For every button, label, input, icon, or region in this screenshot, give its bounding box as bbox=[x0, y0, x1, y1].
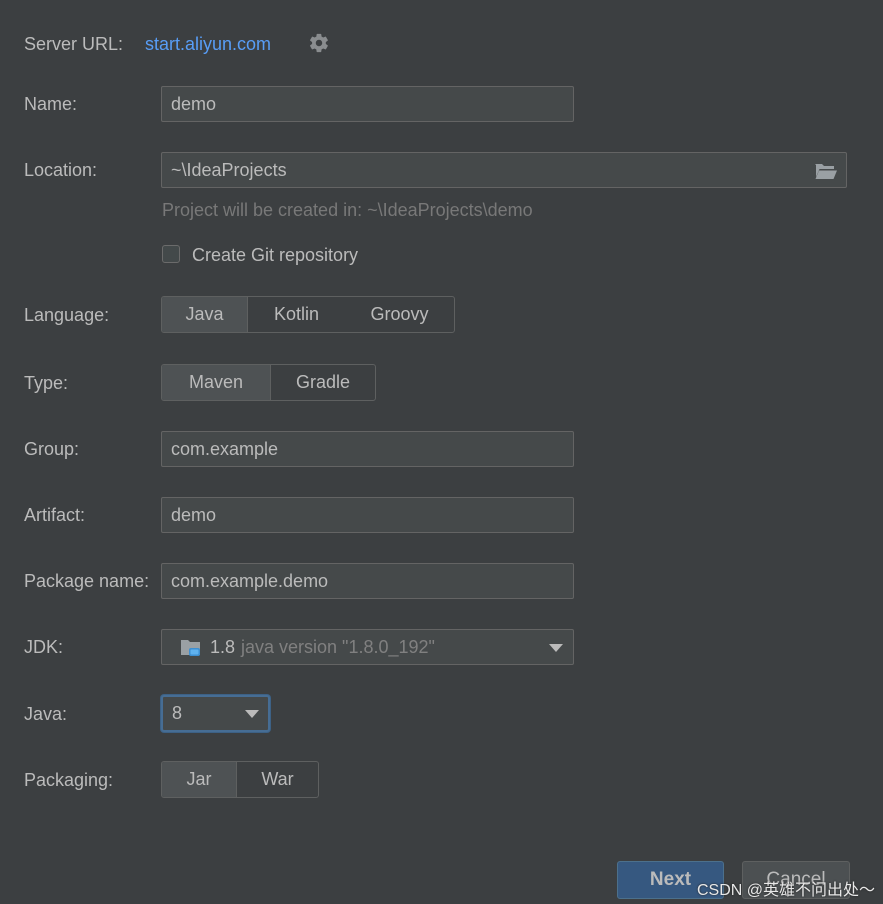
type-option-gradle[interactable]: Gradle bbox=[271, 365, 375, 400]
type-option-maven[interactable]: Maven bbox=[162, 365, 271, 400]
folder-open-icon[interactable] bbox=[814, 161, 838, 181]
group-label: Group: bbox=[24, 439, 80, 459]
location-field[interactable]: ~\IdeaProjects bbox=[161, 152, 847, 188]
git-checkbox[interactable] bbox=[162, 245, 180, 263]
packaging-option-jar[interactable]: Jar bbox=[162, 762, 237, 797]
artifact-field[interactable]: demo bbox=[161, 497, 574, 533]
language-label: Language: bbox=[24, 305, 110, 325]
jdk-description: java version "1.8.0_192" bbox=[241, 637, 435, 657]
location-hint: Project will be created in: ~\IdeaProjec… bbox=[162, 200, 533, 220]
server-url-link[interactable]: start.aliyun.com bbox=[145, 34, 271, 54]
language-option-java[interactable]: Java bbox=[162, 297, 248, 332]
location-value: ~\IdeaProjects bbox=[171, 160, 287, 180]
location-label: Location: bbox=[24, 160, 98, 180]
chevron-down-icon bbox=[549, 644, 563, 652]
jdk-combo[interactable]: 1.8 java version "1.8.0_192" bbox=[161, 629, 574, 665]
artifact-label: Artifact: bbox=[24, 505, 86, 525]
jdk-folder-icon bbox=[181, 640, 200, 656]
language-option-groovy[interactable]: Groovy bbox=[345, 297, 454, 332]
packaging-selector: Jar War bbox=[161, 761, 319, 798]
packaging-label: Packaging: bbox=[24, 770, 114, 790]
name-field[interactable]: demo bbox=[161, 86, 574, 122]
git-checkbox-label[interactable]: Create Git repository bbox=[192, 245, 358, 265]
type-selector: Maven Gradle bbox=[161, 364, 376, 401]
type-label: Type: bbox=[24, 373, 69, 393]
watermark: CSDN @英雄不问出处～ bbox=[696, 882, 875, 899]
gear-icon[interactable] bbox=[308, 32, 330, 54]
java-label: Java: bbox=[24, 704, 68, 724]
jdk-version: 1.8 bbox=[210, 637, 236, 657]
java-version-combo[interactable]: 8 bbox=[161, 695, 270, 732]
package-name-label: Package name: bbox=[24, 571, 150, 591]
language-selector: Java Kotlin Groovy bbox=[161, 296, 455, 333]
language-option-kotlin[interactable]: Kotlin bbox=[248, 297, 345, 332]
packaging-option-war[interactable]: War bbox=[237, 762, 318, 797]
group-field[interactable]: com.example bbox=[161, 431, 574, 467]
chevron-down-icon bbox=[245, 710, 259, 718]
java-version-value: 8 bbox=[172, 703, 183, 723]
package-name-field[interactable]: com.example.demo bbox=[161, 563, 574, 599]
server-url-label: Server URL: bbox=[24, 34, 124, 54]
name-label: Name: bbox=[24, 94, 78, 114]
jdk-label: JDK: bbox=[24, 637, 64, 657]
